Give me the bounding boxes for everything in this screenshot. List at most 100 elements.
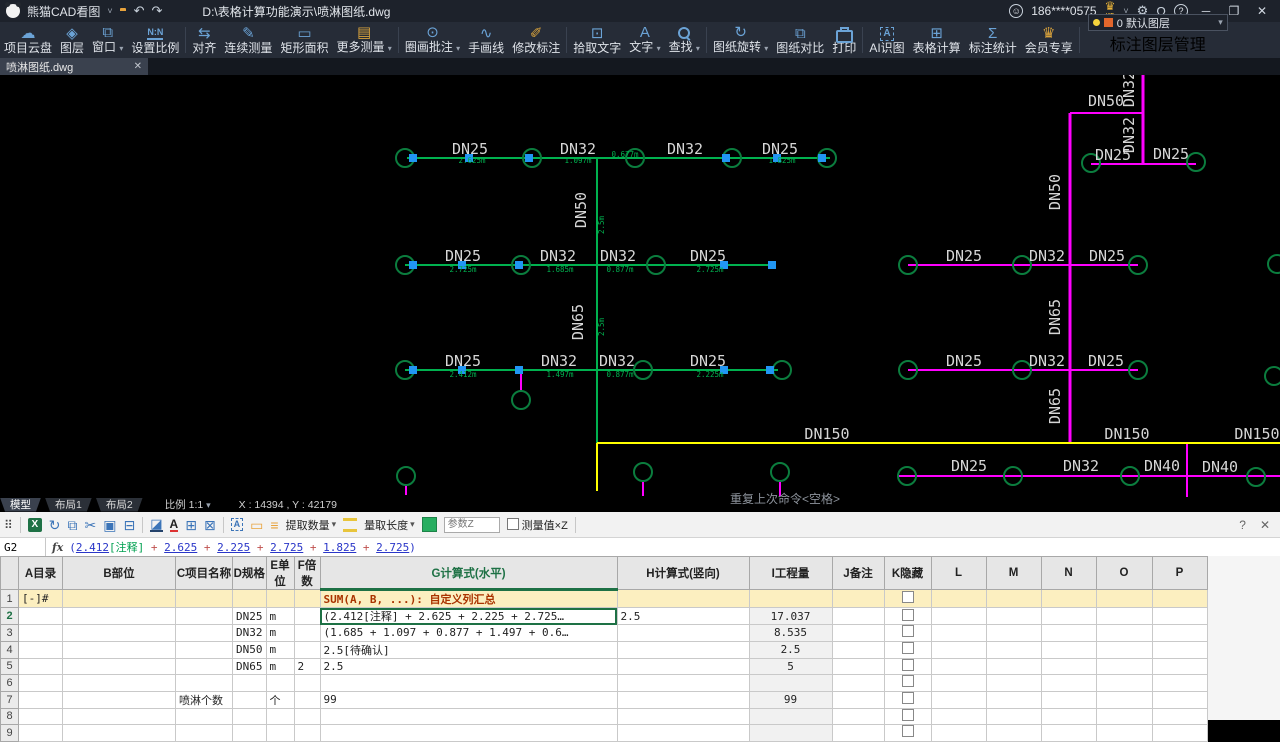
cell[interactable] bbox=[931, 691, 986, 708]
ribbon-button-edit-dim[interactable]: ✐修改标注 bbox=[508, 22, 564, 58]
cell[interactable]: 2 bbox=[294, 658, 320, 675]
cell[interactable] bbox=[884, 608, 931, 625]
sprinkler-circle[interactable] bbox=[1187, 153, 1205, 171]
dimension-text[interactable]: 2.5m bbox=[597, 215, 606, 234]
cell[interactable] bbox=[986, 641, 1041, 658]
cell[interactable]: (1.685 + 1.097 + 0.877 + 1.497 + 0.6… bbox=[320, 625, 617, 642]
cell[interactable] bbox=[832, 708, 884, 725]
ribbon-button-more-measure[interactable]: ▤更多测量 ▾ bbox=[332, 22, 395, 58]
cell[interactable]: (2.412[注释] + 2.625 + 2.225 + 2.725… bbox=[320, 608, 617, 625]
pipe-size-label[interactable]: DN32 bbox=[1063, 457, 1099, 475]
dimension-text[interactable]: 1.097m bbox=[564, 156, 592, 165]
pipe-size-label[interactable]: DN25 bbox=[946, 352, 982, 370]
cell[interactable]: 2.5[待确认] bbox=[320, 641, 617, 658]
column-header-G[interactable]: G计算式(水平) bbox=[320, 557, 617, 590]
row-number[interactable]: 7 bbox=[1, 691, 19, 708]
column-header-D[interactable]: D规格 bbox=[233, 557, 267, 590]
cell[interactable] bbox=[176, 725, 233, 742]
cell[interactable] bbox=[233, 590, 267, 608]
cell[interactable]: DN32 bbox=[233, 625, 267, 642]
grip-handle[interactable] bbox=[515, 261, 523, 269]
cell[interactable] bbox=[1152, 608, 1207, 625]
cell[interactable] bbox=[1041, 658, 1096, 675]
cell[interactable] bbox=[63, 691, 176, 708]
cell[interactable] bbox=[63, 608, 176, 625]
column-header-E[interactable]: E单位 bbox=[266, 557, 294, 590]
pipe-size-label[interactable]: DN25 bbox=[1089, 247, 1125, 265]
cad-drawing-canvas[interactable]: DN25DN32DN32DN25DN25DN32DN32DN25DN25DN32… bbox=[0, 75, 1280, 512]
cell[interactable]: 17.037 bbox=[749, 608, 832, 625]
hide-checkbox[interactable] bbox=[902, 625, 914, 637]
cut-scissors-icon[interactable]: ✂ bbox=[85, 517, 97, 533]
cell[interactable]: 99 bbox=[320, 691, 617, 708]
pipe-size-label[interactable]: DN25 bbox=[1153, 145, 1189, 163]
cell[interactable] bbox=[176, 590, 233, 608]
cell[interactable] bbox=[832, 608, 884, 625]
cell[interactable]: [-]# bbox=[19, 590, 63, 608]
table-close-button[interactable]: ✕ bbox=[1260, 518, 1270, 532]
cell[interactable] bbox=[19, 608, 63, 625]
ribbon-button-cloud[interactable]: ☁项目云盘 bbox=[0, 22, 56, 58]
cell[interactable]: DN50 bbox=[233, 641, 267, 658]
cell[interactable]: 个 bbox=[266, 691, 294, 708]
redo-button[interactable]: ↷ bbox=[152, 3, 163, 19]
cell[interactable] bbox=[1152, 625, 1207, 642]
cell[interactable] bbox=[266, 675, 294, 692]
sprinkler-circle[interactable] bbox=[634, 463, 652, 481]
measure-length-menu[interactable]: 量取长度▾ bbox=[364, 517, 415, 533]
tab-layout2[interactable]: 布局2 bbox=[96, 498, 143, 512]
pipe-size-label[interactable]: DN150 bbox=[1234, 425, 1279, 443]
pipe-size-label[interactable]: DN25 bbox=[445, 247, 481, 265]
ribbon-button-compare[interactable]: ⧉图纸对比 bbox=[772, 22, 828, 58]
cell[interactable] bbox=[749, 708, 832, 725]
pipe-size-label[interactable]: DN25 bbox=[946, 247, 982, 265]
cell[interactable]: m bbox=[266, 658, 294, 675]
cell[interactable] bbox=[1096, 641, 1152, 658]
cell[interactable] bbox=[749, 590, 832, 608]
pipe-size-label[interactable]: DN65 bbox=[1046, 299, 1064, 335]
cell[interactable] bbox=[884, 590, 931, 608]
cell[interactable] bbox=[19, 625, 63, 642]
cell[interactable]: m bbox=[266, 608, 294, 625]
cell[interactable] bbox=[1096, 625, 1152, 642]
pipe-size-label[interactable]: DN32 bbox=[1029, 352, 1065, 370]
sprinkler-circle[interactable] bbox=[771, 463, 789, 481]
pipe-size-label[interactable]: DN150 bbox=[1104, 425, 1149, 443]
dimension-text[interactable]: 1.497m bbox=[546, 370, 574, 379]
dimension-text[interactable]: 2.412m bbox=[449, 370, 477, 379]
hide-checkbox[interactable] bbox=[902, 642, 914, 654]
dimension-text[interactable]: 2.625m bbox=[458, 156, 486, 165]
pipe-size-label[interactable]: DN32 bbox=[1120, 75, 1138, 107]
cell[interactable] bbox=[832, 725, 884, 742]
refresh-icon[interactable]: ↻ bbox=[49, 517, 61, 533]
cell[interactable] bbox=[63, 625, 176, 642]
cell[interactable] bbox=[320, 708, 617, 725]
pipe-size-label[interactable]: DN25 bbox=[1095, 146, 1131, 164]
cell[interactable] bbox=[832, 625, 884, 642]
row-number[interactable]: 8 bbox=[1, 708, 19, 725]
pipe-size-label[interactable]: DN25 bbox=[690, 247, 726, 265]
cell[interactable] bbox=[294, 625, 320, 642]
cell[interactable] bbox=[294, 590, 320, 608]
cell[interactable] bbox=[19, 658, 63, 675]
table-help-button[interactable]: ? bbox=[1239, 518, 1246, 532]
ribbon-button-search[interactable]: 查找 ▾ bbox=[665, 22, 704, 58]
cell[interactable] bbox=[1152, 675, 1207, 692]
cell[interactable] bbox=[1041, 675, 1096, 692]
excel-export-icon[interactable]: X bbox=[28, 518, 42, 532]
corner-cell[interactable] bbox=[1, 557, 19, 590]
close-button[interactable]: ✕ bbox=[1252, 4, 1272, 18]
column-header-B[interactable]: B部位 bbox=[63, 557, 176, 590]
layer-visibility-bulb-icon[interactable] bbox=[1093, 19, 1100, 26]
cell[interactable] bbox=[617, 641, 749, 658]
cell[interactable] bbox=[233, 725, 267, 742]
dimension-text[interactable]: 1.685m bbox=[546, 265, 574, 274]
sprinkler-circle[interactable] bbox=[1268, 255, 1280, 273]
cell[interactable] bbox=[1096, 658, 1152, 675]
cell[interactable] bbox=[617, 725, 749, 742]
cell[interactable] bbox=[832, 691, 884, 708]
cell[interactable] bbox=[749, 675, 832, 692]
cell[interactable] bbox=[884, 658, 931, 675]
cell[interactable]: 5 bbox=[749, 658, 832, 675]
dimension-text[interactable]: 0.877m bbox=[606, 370, 634, 379]
